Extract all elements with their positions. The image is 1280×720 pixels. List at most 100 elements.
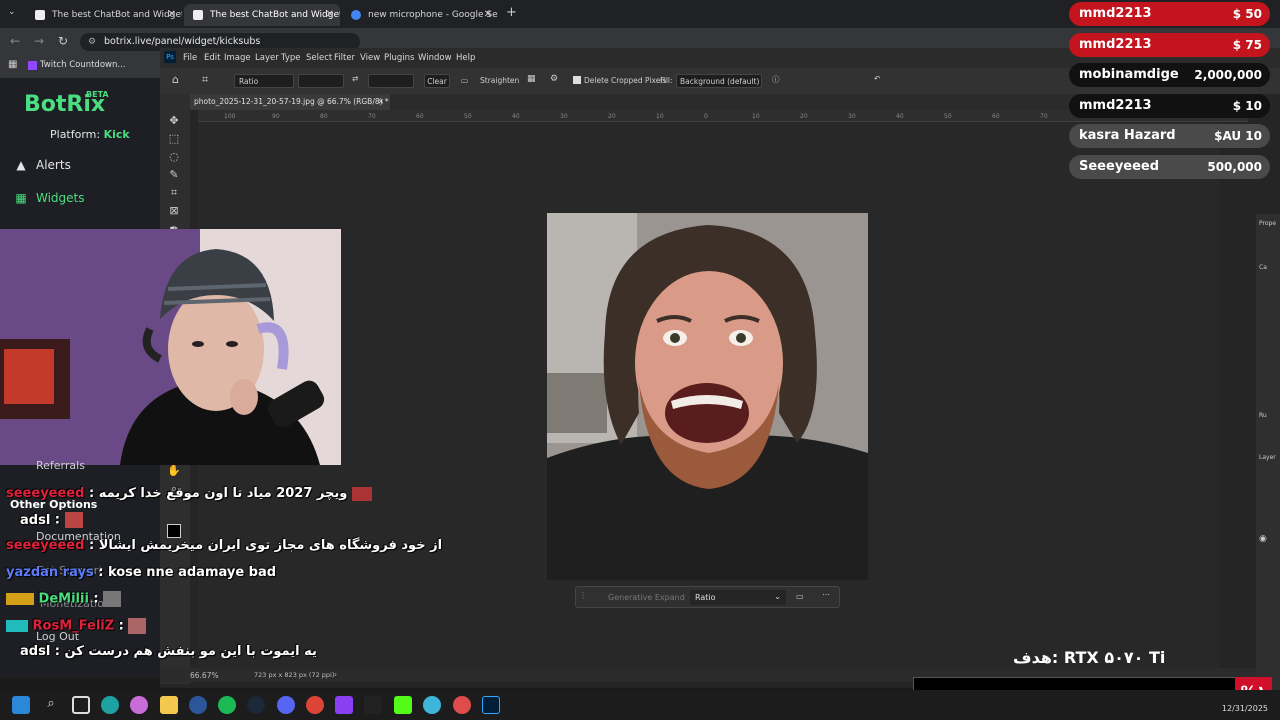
menu-file[interactable]: File — [183, 53, 197, 63]
document-tab[interactable]: photo_2025-12-31_20-57-19.jpg @ 66.7% (R… — [190, 94, 390, 110]
settings-gear-icon[interactable]: ⚙ — [550, 74, 558, 84]
discord-icon[interactable] — [277, 696, 295, 714]
reload-icon[interactable]: ↻ — [58, 34, 68, 48]
more-options-icon[interactable]: ⋯ — [822, 590, 830, 599]
windows-start-icon[interactable] — [12, 696, 30, 714]
chat-message: adsl : — [6, 512, 83, 528]
steam-icon[interactable] — [247, 696, 265, 714]
close-icon[interactable]: ✕ — [484, 4, 492, 26]
chevron-right-icon[interactable]: › — [334, 670, 337, 679]
forward-icon[interactable]: → — [34, 34, 44, 48]
browser-tab-2[interactable]: The best ChatBot and Widgets ✕ — [184, 4, 340, 26]
chat-username: adsl — [20, 644, 51, 659]
file-explorer-icon[interactable] — [160, 696, 178, 714]
botrix-favicon-icon — [193, 10, 203, 20]
menu-plugins[interactable]: Plugins — [384, 53, 414, 63]
donation-amount: $ 50 — [1232, 7, 1262, 21]
donation-amount: 500,000 — [1207, 160, 1262, 174]
menu-image[interactable]: Image — [224, 53, 251, 63]
menu-help[interactable]: Help — [456, 53, 475, 63]
panel-properties[interactable]: Prope — [1259, 220, 1276, 227]
eye-icon[interactable]: ◉ — [1259, 534, 1267, 544]
home-icon[interactable]: ⌂ — [172, 73, 179, 86]
right-panel-dock: Prope Ca Ru Layer ◉ — [1256, 214, 1280, 714]
beta-badge: BETA — [86, 90, 109, 99]
sidebar-item-widgets[interactable]: ▦ Widgets — [14, 191, 84, 205]
chat-message: yazdan rays : kose nne adamaye bad — [6, 565, 277, 580]
copilot-icon[interactable] — [130, 696, 148, 714]
menu-window[interactable]: Window — [418, 53, 452, 63]
straighten-icon[interactable]: ▭ — [796, 592, 804, 601]
ratio-dropdown[interactable]: Ratio ⌄ — [690, 590, 786, 605]
panel-ru[interactable]: Ru — [1259, 412, 1267, 419]
close-icon[interactable]: ✕ — [168, 4, 176, 26]
back-icon[interactable]: ← — [10, 34, 20, 48]
straighten-icon[interactable]: ▭ — [461, 76, 468, 85]
menu-filter[interactable]: Filter — [334, 53, 355, 63]
sidebar-item-alerts[interactable]: ▲ Alerts — [14, 158, 70, 172]
apps-icon[interactable]: ▦ — [8, 59, 17, 70]
capcut-icon[interactable] — [364, 696, 382, 714]
bookmark-twitch-countdown[interactable]: Twitch Countdown... — [40, 60, 125, 70]
botrix-favicon-icon — [35, 10, 45, 20]
bearded-man-photo — [547, 213, 868, 580]
height-field[interactable] — [368, 74, 414, 88]
drag-handle-icon[interactable]: ⋮ — [579, 591, 587, 600]
search-icon[interactable]: ⌕ — [42, 696, 60, 714]
close-icon[interactable]: ✕ — [378, 94, 384, 110]
menu-type[interactable]: Type — [281, 53, 301, 63]
tab-list-dropdown-icon[interactable]: ⌄ — [8, 7, 16, 17]
info-icon[interactable]: ⓘ — [772, 74, 780, 85]
panel-ca[interactable]: Ca — [1259, 264, 1267, 271]
chrome-icon[interactable] — [306, 696, 324, 714]
delete-cropped-checkbox[interactable] — [573, 76, 581, 84]
chat-username: RosM_FeliZ — [32, 618, 115, 634]
spotify-icon[interactable] — [218, 696, 236, 714]
generative-expand-button[interactable]: Generative Expand — [608, 593, 685, 602]
new-tab-icon[interactable]: + — [506, 5, 517, 20]
browser-tab-3[interactable]: new microphone - Google Sear ✕ — [342, 4, 498, 26]
close-icon[interactable]: ✕ — [326, 4, 334, 26]
marquee-tool-icon[interactable]: ⬚ — [167, 132, 181, 146]
davinci-icon[interactable] — [453, 696, 471, 714]
site-info-icon[interactable]: ⚙ — [88, 33, 96, 51]
overlay-grid-icon[interactable]: ▦ — [527, 74, 536, 84]
donation-amount: $ 10 — [1232, 99, 1262, 113]
menu-layer[interactable]: Layer — [255, 53, 279, 63]
ruler-tick-label: 60 — [416, 113, 424, 120]
tab-label: The best ChatBot and Widgets — [52, 10, 182, 20]
edge-icon[interactable] — [101, 696, 119, 714]
donation-item: mobinamdige 2,000,000 — [1069, 63, 1270, 87]
ruler-tick-label: 20 — [608, 113, 616, 120]
menu-edit[interactable]: Edit — [204, 53, 220, 63]
crop-tool-icon[interactable]: ⌗ — [167, 186, 181, 200]
straighten-label[interactable]: Straighten — [480, 76, 519, 85]
task-view-icon[interactable] — [72, 696, 90, 714]
swap-icon[interactable]: ⇄ — [352, 74, 358, 83]
frame-tool-icon[interactable]: ⊠ — [167, 204, 181, 218]
menu-select[interactable]: Select — [306, 53, 332, 63]
app-icon[interactable] — [423, 696, 441, 714]
cancel-crop-icon[interactable]: ↶ — [874, 74, 880, 83]
chat-message: adsl : یه ایموت با این مو بنفش هم درست ک… — [20, 644, 317, 659]
panel-layers[interactable]: Layer — [1259, 454, 1276, 461]
kick-icon[interactable] — [394, 696, 412, 714]
browser-tab-1[interactable]: The best ChatBot and Widgets ✕ — [26, 4, 182, 26]
crop-tool-icon[interactable]: ⌗ — [202, 73, 208, 87]
magic-wand-icon[interactable]: ✎ — [167, 168, 181, 182]
ruler-tick-label: 0 — [704, 113, 708, 120]
ratio-select[interactable]: Ratio — [234, 74, 294, 88]
r-app-icon[interactable] — [335, 696, 353, 714]
photoshop-icon[interactable] — [482, 696, 500, 714]
chat-text: یه ایموت با این مو بنفش هم درست کن — [64, 644, 317, 659]
webcam-feed — [0, 229, 341, 465]
menu-view[interactable]: View — [360, 53, 380, 63]
word-icon[interactable] — [189, 696, 207, 714]
lasso-tool-icon[interactable]: ◌ — [167, 150, 181, 164]
move-tool-icon[interactable]: ✥ — [167, 114, 181, 128]
clear-button[interactable]: Clear — [424, 74, 450, 88]
width-field[interactable] — [298, 74, 344, 88]
fill-select[interactable]: Background (default) — [676, 74, 762, 88]
stream-chat-overlay: seeeyeeed : ویچر 2027 میاد تا اون موقع خ… — [0, 470, 442, 680]
bookmarks-bar: ▦ Twitch Countdown... — [0, 56, 160, 78]
